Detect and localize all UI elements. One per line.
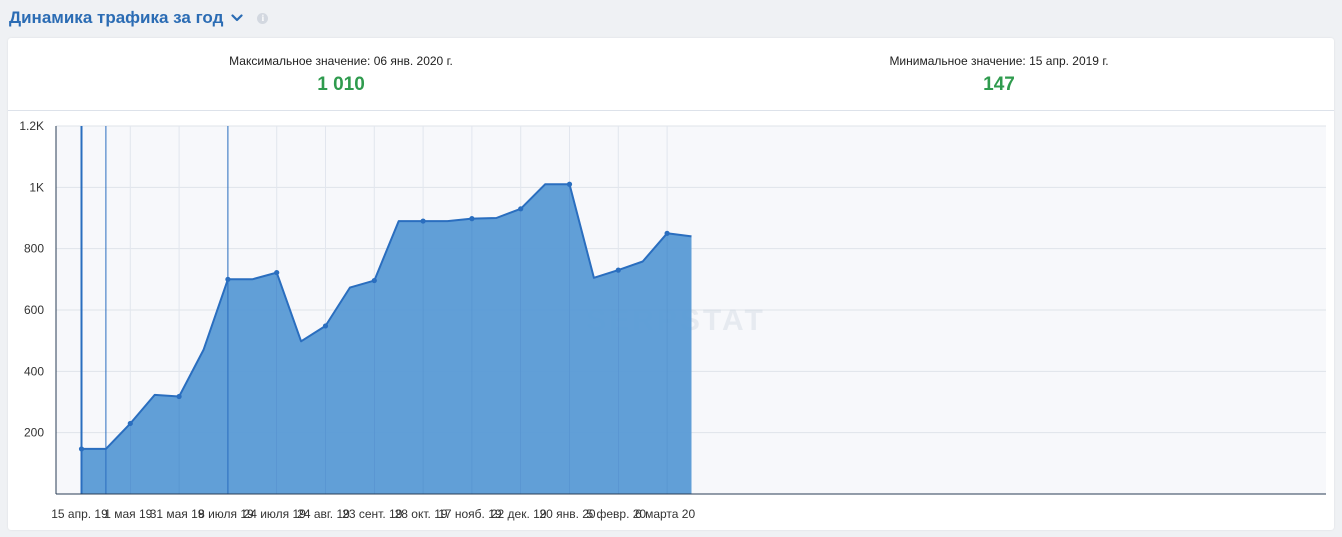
data-point[interactable] xyxy=(127,420,133,427)
data-point[interactable] xyxy=(322,323,329,329)
x-tick-label: 6 марта 20 xyxy=(635,507,695,521)
widget-title[interactable]: Динамика трафика за год xyxy=(9,8,223,28)
data-point[interactable] xyxy=(664,230,670,236)
y-tick-label: 200 xyxy=(24,426,44,440)
traffic-card: Максимальное значение: 06 янв. 2020 г. 1… xyxy=(8,38,1334,530)
x-tick-label: 23 сент. 19 xyxy=(342,507,402,521)
data-point[interactable] xyxy=(225,276,231,282)
traffic-area-chart[interactable]: SERPSTAT2004006008001K1.2K15 апр. 191 ма… xyxy=(8,38,1334,530)
chevron-down-icon[interactable] xyxy=(231,14,243,22)
data-point[interactable] xyxy=(469,216,475,222)
info-icon[interactable]: i xyxy=(257,12,269,24)
x-tick-label: 15 апр. 19 xyxy=(51,507,108,521)
data-point[interactable] xyxy=(566,181,573,187)
widget-header: Динамика трафика за год i xyxy=(9,5,269,31)
data-point[interactable] xyxy=(518,206,524,212)
x-tick-label: 31 мая 19 xyxy=(150,507,205,521)
data-point[interactable] xyxy=(615,267,621,273)
data-point[interactable] xyxy=(371,277,377,284)
x-tick-label: 1 мая 19 xyxy=(104,507,152,521)
y-tick-label: 600 xyxy=(24,303,44,317)
y-tick-label: 1K xyxy=(29,180,44,194)
y-tick-label: 400 xyxy=(24,364,44,378)
y-tick-label: 1.2K xyxy=(19,119,44,133)
data-point[interactable] xyxy=(78,446,85,452)
data-point[interactable] xyxy=(420,218,426,224)
data-point[interactable] xyxy=(176,393,182,400)
y-tick-label: 800 xyxy=(24,242,44,256)
data-point[interactable] xyxy=(274,269,280,276)
